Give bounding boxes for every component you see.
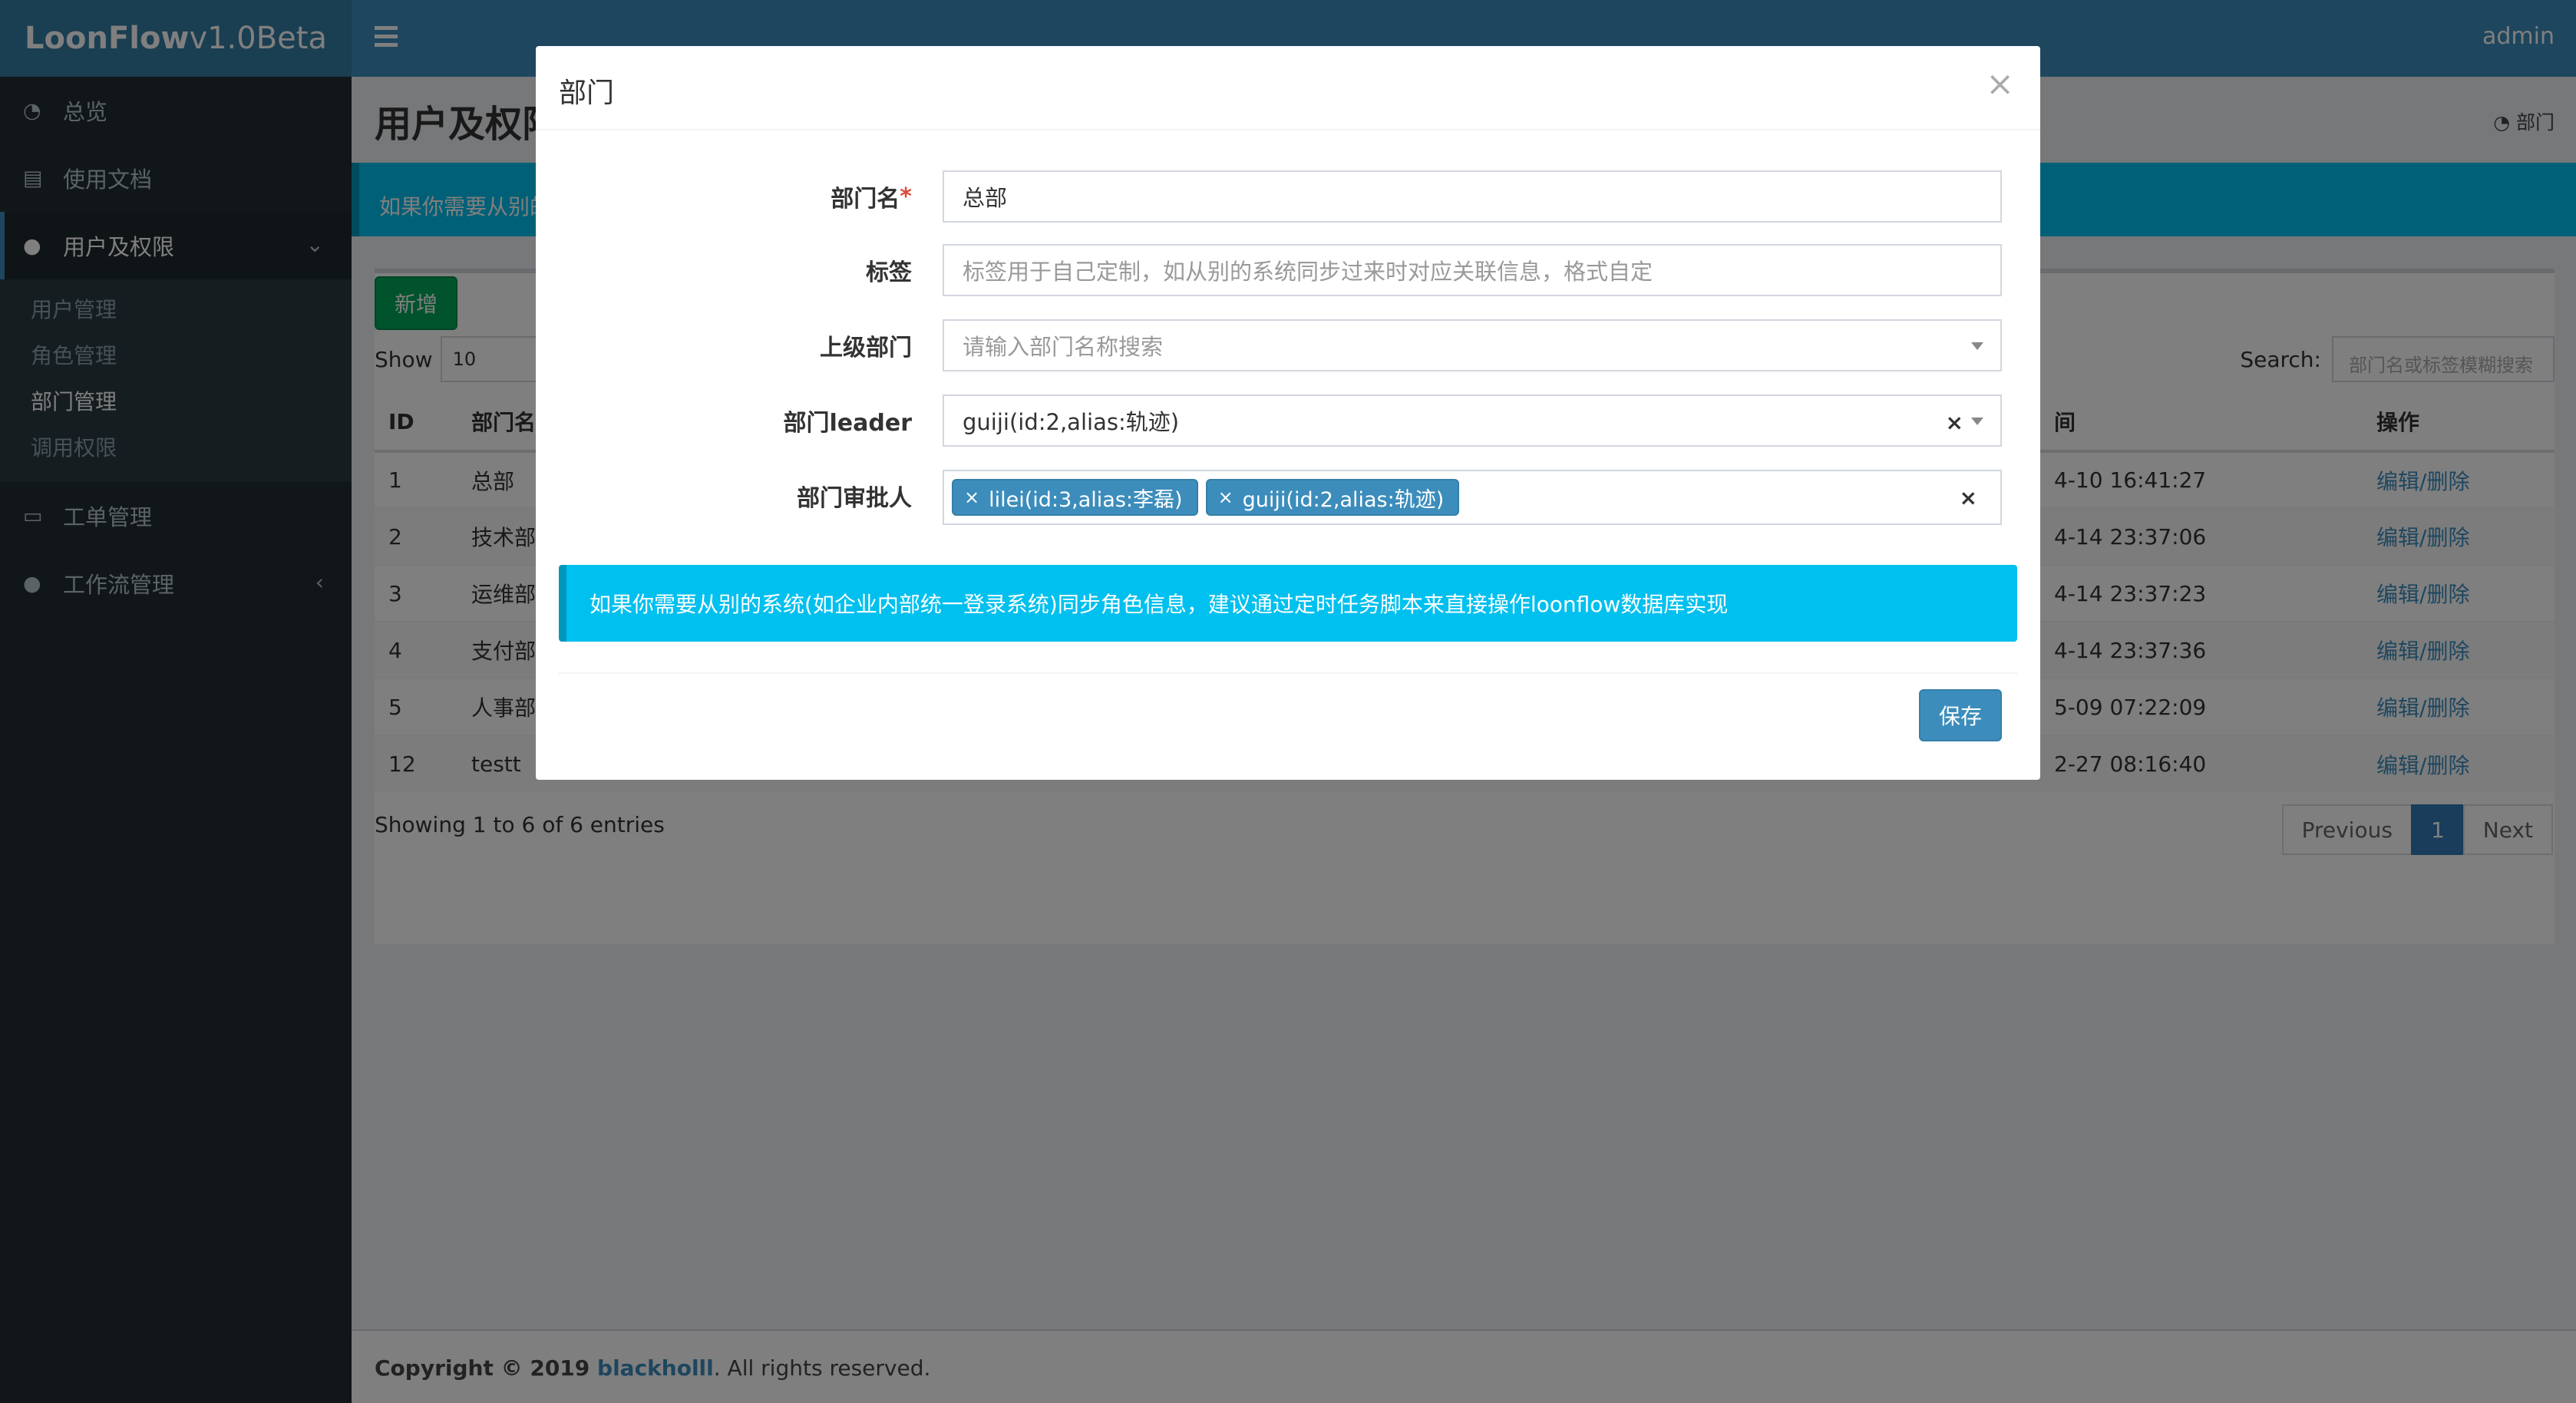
field-label-leader: 部门leader <box>783 410 913 437</box>
tag-label: lilei(id:3,alias:李磊) <box>989 487 1183 512</box>
approver-tag: × guiji(id:2,alias:轨迹) <box>1205 479 1460 516</box>
form-row-approver: 部门审批人 × lilei(id:3,alias:李磊) × guiji(id:… <box>536 470 2040 525</box>
field-label-approver: 部门审批人 <box>797 485 912 512</box>
save-button[interactable]: 保存 <box>1919 689 2002 741</box>
approver-tag: × lilei(id:3,alias:李磊) <box>952 479 1198 516</box>
close-icon[interactable]: × <box>1986 64 2014 104</box>
approver-multiselect[interactable]: × lilei(id:3,alias:李磊) × guiji(id:2,alia… <box>943 470 2002 525</box>
required-mark: * <box>900 183 912 210</box>
modal-header: 部门 × <box>536 46 2040 130</box>
form-row-label: 标签 标签用于自己定制，如从别的系统同步过来时对应关联信息，格式自定 <box>536 244 2040 296</box>
caret-down-icon <box>1971 418 1983 425</box>
dept-modal: 部门 × 部门名 * 总部 标签 标签用于自己定制，如从别的系统同步过来时对应关联… <box>536 46 2040 780</box>
modal-info-callout: 如果你需要从别的系统(如企业内部统一登录系统)同步角色信息，建议通过定时任务脚本… <box>559 565 2017 642</box>
clear-icon[interactable]: × <box>1946 410 1963 435</box>
selected-value: guiji(id:2,alias:轨迹) <box>963 409 1180 435</box>
dept-name-input[interactable]: 总部 <box>943 170 2002 223</box>
remove-tag-icon[interactable]: × <box>1218 487 1234 508</box>
form-row-leader: 部门leader guiji(id:2,alias:轨迹) × <box>536 394 2040 447</box>
field-label-name: 部门名 * <box>831 170 912 223</box>
field-label-parent: 上级部门 <box>820 335 912 361</box>
parent-dept-select[interactable]: 请输入部门名称搜索 <box>943 319 2002 371</box>
field-label-tag: 标签 <box>866 259 912 286</box>
clear-all-icon[interactable]: × <box>1960 485 1977 510</box>
modal-footer-divider <box>559 672 2017 674</box>
label-text: 部门名 <box>831 186 900 213</box>
form-row-parent: 上级部门 请输入部门名称搜索 <box>536 319 2040 371</box>
dept-label-input[interactable]: 标签用于自己定制，如从别的系统同步过来时对应关联信息，格式自定 <box>943 244 2002 296</box>
caret-down-icon <box>1971 342 1983 350</box>
remove-tag-icon[interactable]: × <box>964 487 979 508</box>
form-row-name: 部门名 * 总部 <box>536 170 2040 223</box>
tag-label: guiji(id:2,alias:轨迹) <box>1242 487 1445 512</box>
modal-title: 部门 <box>559 78 615 109</box>
select-placeholder: 请输入部门名称搜索 <box>963 334 1164 360</box>
leader-select[interactable]: guiji(id:2,alias:轨迹) × <box>943 394 2002 447</box>
